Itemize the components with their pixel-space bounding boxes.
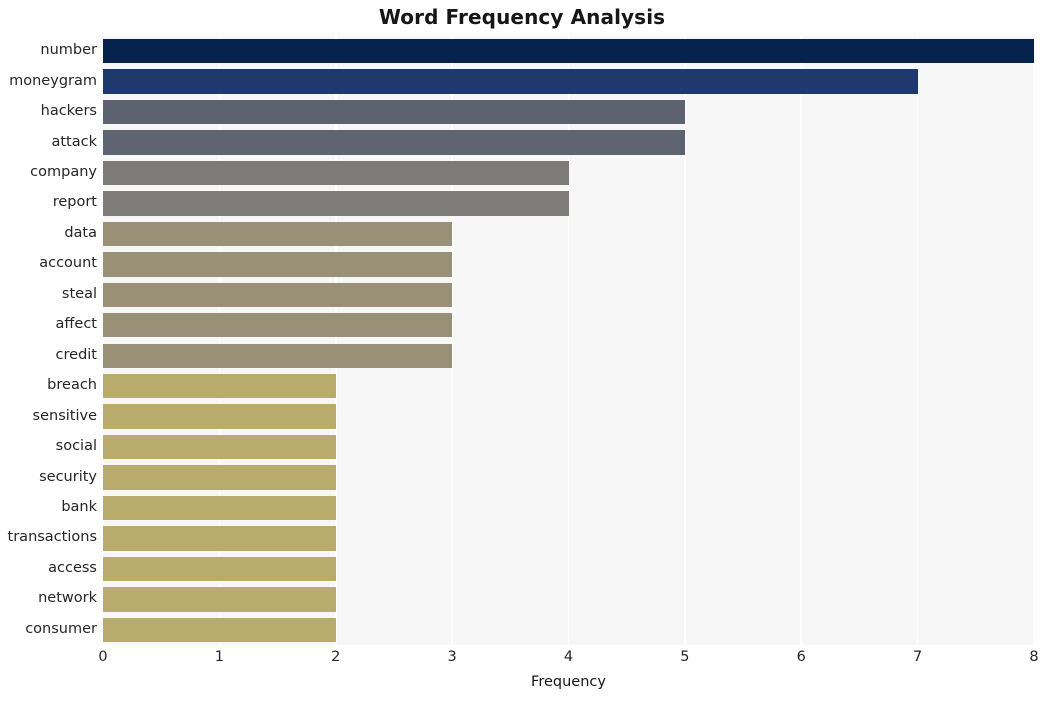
bar-row: [103, 130, 1034, 155]
bar-row: [103, 160, 1034, 186]
x-tick-label-4: 4: [563, 649, 574, 665]
bar-row: [103, 99, 1034, 125]
y-tick-label-network: network: [38, 590, 97, 607]
x-tick-label-5: 5: [680, 649, 690, 665]
bar-network: [103, 587, 336, 612]
y-tick-label-attack: attack: [51, 133, 97, 150]
y-tick-label-transactions: transactions: [7, 529, 97, 546]
bar-breach: [103, 373, 336, 399]
bar-data: [103, 221, 453, 247]
y-tick-label-affect: affect: [55, 316, 97, 333]
bar-security: [103, 465, 336, 490]
bar-attack: [103, 130, 685, 155]
bar-row: [103, 69, 1034, 94]
bar-steal: [103, 282, 453, 307]
y-tick-label-company: company: [30, 164, 97, 181]
bar-report: [103, 191, 569, 216]
bar-hackers: [103, 99, 685, 125]
bar-row: [103, 282, 1034, 307]
x-axis-tick-labels: 0 1 2 3 4 5 6 7 8: [0, 649, 1044, 673]
bar-row: [103, 191, 1034, 216]
y-tick-label-moneygram: moneygram: [9, 72, 97, 89]
chart-title: Word Frequency Analysis: [378, 5, 666, 29]
bar-row: [103, 404, 1034, 429]
y-tick-label-security: security: [39, 468, 97, 485]
bar-sensitive: [103, 404, 336, 429]
y-tick-label-consumer: consumer: [25, 620, 97, 637]
y-tick-label-social: social: [55, 438, 97, 455]
y-tick-label-bank: bank: [61, 498, 97, 515]
y-tick-label-sensitive: sensitive: [32, 407, 97, 424]
bar-social: [103, 434, 336, 460]
x-tick-label-1: 1: [214, 649, 224, 665]
bar-company: [103, 160, 569, 186]
bar-access: [103, 556, 336, 582]
x-tick-label-8: 8: [1029, 649, 1039, 665]
bar-row: [103, 313, 1034, 338]
bar-row: [103, 556, 1034, 582]
bar-row: [103, 465, 1034, 490]
bar-moneygram: [103, 69, 918, 94]
y-tick-label-account: account: [39, 255, 97, 272]
y-tick-label-access: access: [48, 559, 97, 576]
bar-credit: [103, 343, 453, 368]
bar-row: [103, 252, 1034, 277]
bars-container: [103, 36, 1034, 645]
bar-row: [103, 39, 1034, 64]
y-tick-label-breach: breach: [47, 377, 97, 394]
y-tick-label-steal: steal: [61, 285, 97, 302]
bar-consumer: [103, 617, 336, 642]
bar-row: [103, 587, 1034, 612]
bar-row: [103, 617, 1034, 642]
bar-row: [103, 434, 1034, 460]
x-tick-label-6: 6: [796, 649, 806, 665]
x-tick-label-7: 7: [913, 649, 923, 665]
x-tick-label-2: 2: [331, 649, 341, 665]
bar-affect: [103, 313, 453, 338]
y-tick-label-data: data: [64, 224, 97, 241]
y-tick-label-number: number: [40, 42, 97, 59]
y-tick-label-report: report: [52, 194, 97, 211]
x-tick-label-0: 0: [98, 649, 108, 665]
bar-row: [103, 373, 1034, 399]
y-axis-tick-labels: number moneygram hackers attack company repor…: [0, 36, 97, 645]
x-tick-label-3: 3: [447, 649, 457, 665]
bar-row: [103, 495, 1034, 521]
y-tick-label-credit: credit: [55, 346, 97, 363]
bar-number: [103, 39, 1034, 64]
bar-row: [103, 343, 1034, 368]
bar-bank: [103, 495, 336, 521]
bar-account: [103, 252, 453, 277]
y-tick-label-hackers: hackers: [40, 103, 97, 120]
bar-row: [103, 221, 1034, 247]
bar-transactions: [103, 526, 336, 551]
word-frequency-chart: Word Frequency Analysis number moneygram h…: [0, 0, 1044, 701]
x-axis-label: Frequency: [531, 674, 606, 690]
bar-row: [103, 526, 1034, 551]
